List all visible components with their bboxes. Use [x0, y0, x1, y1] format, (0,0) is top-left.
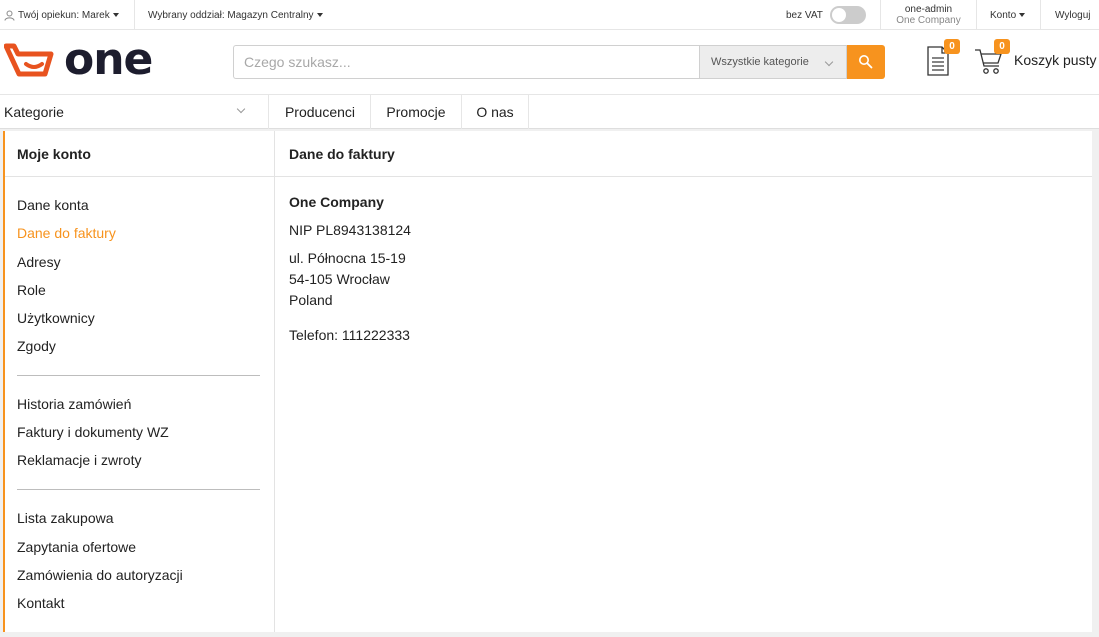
- divider: [17, 489, 260, 490]
- search-icon: [859, 55, 873, 69]
- caret-down-icon: [1019, 13, 1026, 17]
- branch-label: Wybrany oddział: Magazyn Centralny: [148, 9, 314, 21]
- sidebar-item-invoices[interactable]: Faktury i dokumenty WZ: [17, 424, 169, 440]
- vat-toggle-group: bez VAT: [786, 0, 866, 30]
- sidebar-item-quote-requests[interactable]: Zapytania ofertowe: [17, 539, 136, 555]
- logo-basket-icon: [4, 43, 54, 77]
- sidebar-item-contact[interactable]: Kontakt: [17, 595, 64, 611]
- sidebar-item-orders-authorization[interactable]: Zamówienia do autoryzacji: [17, 567, 183, 583]
- divider: [1040, 0, 1041, 30]
- search-category-label: Wszystkie kategorie: [711, 56, 809, 68]
- account-label: Konto: [990, 9, 1017, 21]
- divider: [5, 176, 276, 177]
- logout-link[interactable]: Wyloguj: [1055, 0, 1090, 30]
- chevron-down-icon: [824, 57, 834, 67]
- user-info: one-admin One Company: [881, 0, 976, 30]
- guardian-dropdown[interactable]: Twój opiekun: Marek: [4, 0, 119, 30]
- nav-link-producers[interactable]: Producenci: [270, 95, 371, 129]
- branch-dropdown[interactable]: Wybrany oddział: Magazyn Centralny: [148, 0, 323, 30]
- divider: [976, 0, 977, 30]
- page-title: Dane do faktury: [289, 146, 395, 162]
- categories-dropdown[interactable]: Kategorie: [0, 95, 269, 129]
- sidebar-item-complaints[interactable]: Reklamacje i zwroty: [17, 452, 141, 468]
- search-button[interactable]: [847, 45, 885, 79]
- nav-link-about[interactable]: O nas: [462, 95, 529, 129]
- invoice-data-panel: Dane do faktury One Company NIP PL894313…: [275, 131, 1092, 632]
- documents-count-badge: 0: [944, 39, 960, 54]
- sidebar-item-account-data[interactable]: Dane konta: [17, 197, 89, 213]
- nav-link-promotions[interactable]: Promocje: [371, 95, 462, 129]
- cart-label[interactable]: Koszyk pusty: [1014, 52, 1096, 68]
- categories-label: Kategorie: [4, 104, 64, 120]
- vat-toggle[interactable]: [829, 6, 866, 24]
- sidebar-item-shopping-list[interactable]: Lista zakupowa: [17, 510, 114, 526]
- user-icon: [4, 10, 15, 21]
- vat-label: bez VAT: [786, 9, 823, 21]
- search-bar: Wszystkie kategorie: [233, 45, 885, 79]
- sidebar-item-roles[interactable]: Role: [17, 282, 46, 298]
- user-company: One Company: [896, 15, 961, 26]
- site-header: one Wszystkie kategorie 0: [0, 30, 1099, 94]
- main-nav: Kategorie Producenci Promocje O nas: [0, 94, 1099, 129]
- cart-button[interactable]: 0: [974, 39, 1010, 76]
- company-nip: NIP PL8943138124: [289, 222, 411, 238]
- toggle-knob: [831, 8, 846, 22]
- divider: [134, 0, 135, 30]
- account-sidebar: Moje konto Dane konta Dane do faktury Ad…: [3, 131, 276, 632]
- guardian-label: Twój opiekun: Marek: [18, 9, 110, 21]
- caret-down-icon: [316, 13, 323, 17]
- logout-label: Wyloguj: [1055, 9, 1091, 21]
- address-city: 54-105 Wrocław: [289, 271, 390, 287]
- sidebar-item-consents[interactable]: Zgody: [17, 338, 56, 354]
- documents-button[interactable]: 0: [926, 39, 960, 76]
- cart-count-badge: 0: [994, 39, 1010, 54]
- chevron-down-icon: [236, 104, 246, 114]
- company-name: One Company: [289, 194, 384, 210]
- logo[interactable]: one: [4, 34, 153, 85]
- address-street: ul. Północna 15-19: [289, 250, 406, 266]
- company-phone: Telefon: 111222333: [289, 327, 410, 343]
- divider: [275, 176, 1092, 177]
- top-utility-bar: Twój opiekun: Marek Wybrany oddział: Mag…: [0, 0, 1099, 30]
- sidebar-item-users[interactable]: Użytkownicy: [17, 310, 95, 326]
- sidebar-item-order-history[interactable]: Historia zamówień: [17, 396, 131, 412]
- user-login: one-admin: [904, 4, 953, 15]
- address-country: Poland: [289, 292, 333, 308]
- caret-down-icon: [112, 13, 119, 17]
- search-input[interactable]: [233, 45, 699, 79]
- logo-text: one: [64, 34, 153, 85]
- sidebar-title: Moje konto: [17, 146, 91, 162]
- search-category-select[interactable]: Wszystkie kategorie: [699, 45, 847, 79]
- account-dropdown[interactable]: Konto: [990, 0, 1026, 30]
- sidebar-item-invoice-data[interactable]: Dane do faktury: [17, 225, 116, 241]
- sidebar-item-addresses[interactable]: Adresy: [17, 254, 61, 270]
- divider: [17, 375, 260, 376]
